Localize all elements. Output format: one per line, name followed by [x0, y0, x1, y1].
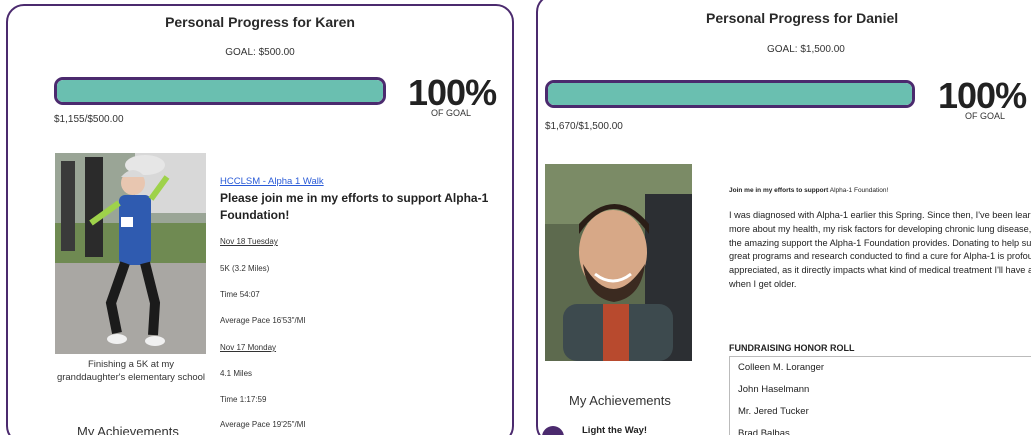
- card-title: Personal Progress for Karen: [165, 14, 355, 30]
- card-title: Personal Progress for Daniel: [706, 10, 899, 26]
- achievements-heading: My Achievements: [77, 424, 179, 435]
- honor-roll-heading: FUNDRAISING HONOR ROLL: [729, 343, 855, 353]
- activity-log-entry: Time 54:07: [220, 290, 260, 299]
- activity-log-entry: 5K (3.2 Miles): [220, 264, 270, 273]
- achievements-heading: My Achievements: [569, 393, 671, 408]
- light-the-way-badge-icon: [542, 426, 564, 435]
- activity-log-entry: 4.1 Miles: [220, 369, 253, 378]
- photo-caption: Finishing a 5K at my granddaughter's ele…: [56, 359, 206, 383]
- activity-log-entry[interactable]: Nov 18 Tuesday: [220, 237, 278, 246]
- fundraiser-story: I was diagnosed with Alpha-1 earlier thi…: [729, 210, 1031, 289]
- progress-bar: [54, 77, 386, 105]
- of-goal-label: OF GOAL: [431, 108, 472, 118]
- raised-amount: $1,670/$1,500.00: [545, 121, 623, 132]
- event-link[interactable]: HCCLSM - Alpha 1 Walk: [220, 176, 324, 187]
- goal-label: GOAL: $500.00: [225, 47, 295, 58]
- activity-log-entry: Average Pace 19'25"/MI: [220, 420, 306, 429]
- support-heading: Join me in my efforts to support Alpha-1…: [729, 187, 889, 194]
- honor-roll-row: John Haselmann: [738, 384, 810, 395]
- participant-photo: [55, 153, 206, 354]
- goal-label: GOAL: $1,500.00: [767, 44, 845, 55]
- fundraising-headline: Please join me in my efforts to support …: [220, 191, 489, 223]
- activity-log-entry: Average Pace 16'53"/MI: [220, 316, 306, 325]
- honor-roll-row: Brad Balbas: [738, 428, 790, 435]
- participant-photo: [545, 164, 692, 361]
- badge-label: Light the Way!: [582, 425, 648, 435]
- honor-roll-list: Colleen M. Loranger John Haselmann Mr. Jer…: [729, 356, 1031, 435]
- progress-bar: [545, 80, 915, 108]
- progress-card-karen: Personal Progress for Karen GOAL: $500.0…: [6, 4, 514, 435]
- progress-card-daniel: Personal Progress for Daniel GOAL: $1,50…: [536, 0, 1031, 435]
- of-goal-label: OF GOAL: [965, 111, 1006, 121]
- honor-roll-row: Colleen M. Loranger: [738, 362, 825, 373]
- raised-amount: $1,155/$500.00: [54, 114, 124, 125]
- progress-bar-fill: [548, 83, 912, 105]
- progress-bar-fill: [57, 80, 383, 102]
- honor-roll-row: Mr. Jered Tucker: [738, 406, 809, 417]
- activity-log-entry: Time 1:17:59: [220, 395, 267, 404]
- activity-log-entry[interactable]: Nov 17 Monday: [220, 343, 276, 352]
